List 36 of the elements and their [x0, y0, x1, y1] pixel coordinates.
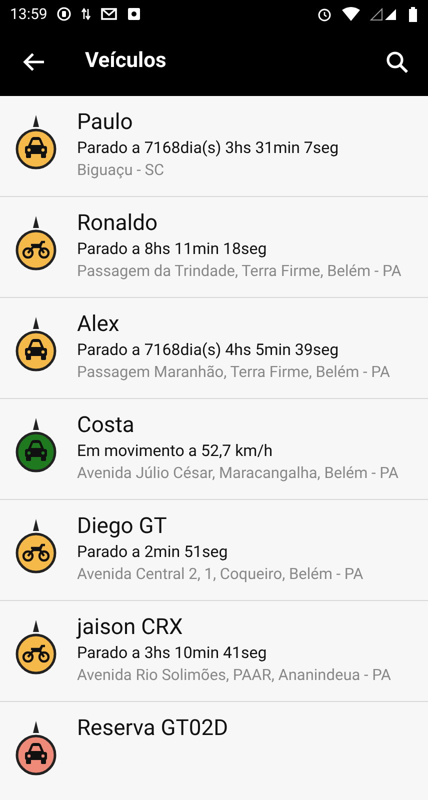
vehicle-name: jaison CRX [77, 614, 184, 642]
vehicle-address: Avenida Central 2, 1, Coqueiro, Belém - PA [77, 564, 364, 585]
status-time: 13:59 [10, 4, 48, 25]
vehicle-address: Avenida Rio Solimões, PAAR, Ananindeua - PA [77, 665, 391, 686]
vehicle-address: Passagem Maranhão, Terra Firme, Belém - PA [77, 362, 390, 383]
vehicle-list-item[interactable]: Alex Parado a 7168dia(s) 4hs 5min 39seg Passagem Maranhão, Terra Firme, Belém - PA [0, 298, 428, 399]
vehicle-status: Parado a 7168dia(s) 4hs 5min 39seg [77, 339, 340, 361]
vehicle-name: Diego GT [77, 513, 168, 541]
vehicle-list-item[interactable]: Ronaldo Parado a 8hs 11min 18seg Passagem da Trindade, Terra Firme, Belém - PA [0, 197, 428, 298]
vehicle-status: Parado a 8hs 11min 18seg [77, 238, 268, 260]
alarm-icon [317, 6, 332, 22]
vehicle-list-item[interactable]: jaison CRX Parado a 3hs 10min 41seg Avenida Rio Solimões, PAAR, Ananindeua - PA [0, 601, 428, 702]
vehicle-name: Costa [77, 412, 136, 440]
vehicle-status: Parado a 2min 51seg [77, 541, 229, 563]
vehicle-name: Paulo [77, 109, 134, 137]
vehicle-list-item[interactable]: Diego GT Parado a 2min 51seg Avenida Central 2, 1, Coqueiro, Belém - PA [0, 500, 428, 601]
vehicle-status: Parado a 7168dia(s) 3hs 31min 7seg [77, 137, 339, 159]
wifi-icon [342, 7, 360, 21]
battery-icon [408, 6, 418, 22]
vehicle-status: Em movimento a 52,7 km/h [77, 440, 274, 462]
vehicle-status: Parado a 3hs 10min 41seg [77, 642, 268, 664]
vehicle-name: Reserva GT02D [77, 715, 228, 743]
vehicle-list-item[interactable]: Reserva GT02D [0, 702, 428, 800]
data-transfer-icon [81, 7, 92, 21]
search-icon [386, 51, 408, 73]
vehicle-address: Passagem da Trindade, Terra Firme, Belém - PA [77, 261, 402, 282]
screen-title: Veículos [85, 48, 168, 76]
back-arrow-icon [23, 52, 45, 72]
vehicle-name: Ronaldo [77, 210, 159, 238]
vehicle-list-item[interactable]: Costa Em movimento a 52,7 km/h Avenida Júlio César, Maracangalha, Belém - PA [0, 399, 428, 500]
vehicle-name: Alex [77, 311, 120, 339]
signal-icon [370, 7, 398, 21]
vehicle-list-item[interactable]: Paulo Parado a 7168dia(s) 3hs 31min 7seg Biguaçu - SC [0, 96, 428, 197]
vehicle-address: Biguaçu - SC [77, 160, 166, 181]
vehicle-address: Avenida Júlio César, Maracangalha, Belém - PA [77, 463, 398, 484]
mail-icon [101, 8, 118, 20]
